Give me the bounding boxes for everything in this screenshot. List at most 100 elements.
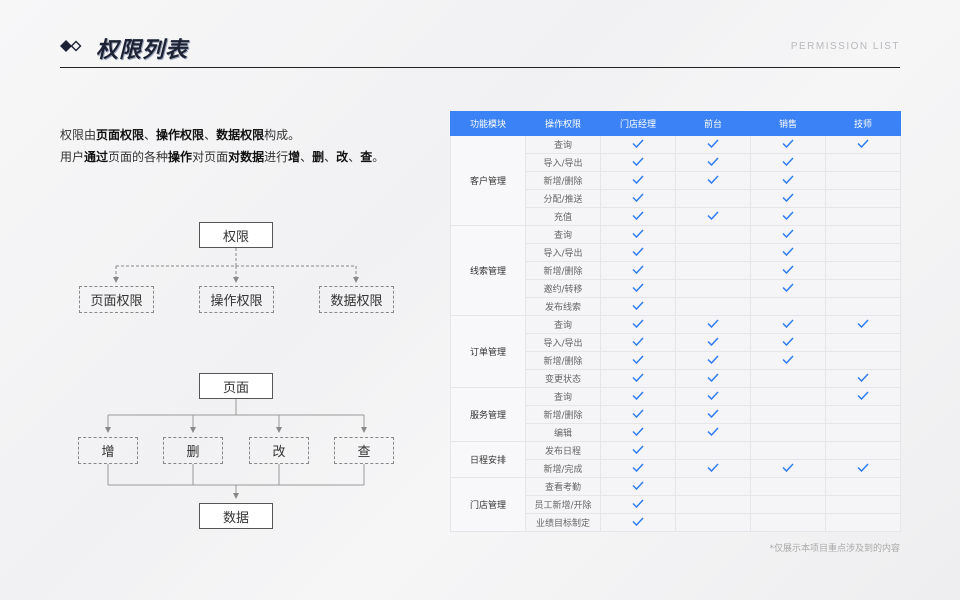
permission-cell [750, 369, 826, 388]
permission-cell [675, 351, 751, 370]
permission-cell [600, 135, 676, 154]
permission-cell [675, 261, 751, 280]
action-cell: 员工新增/开除 [525, 495, 601, 514]
permission-cell [600, 423, 676, 442]
permission-cell [600, 495, 676, 514]
checkmark-icon [707, 156, 719, 169]
permission-cell [825, 405, 901, 424]
checkmark-icon [707, 372, 719, 385]
checkmark-icon [632, 390, 644, 403]
checkmark-icon [632, 300, 644, 313]
permission-cell [600, 441, 676, 460]
permission-cell [675, 243, 751, 262]
checkmark-icon [632, 228, 644, 241]
checkmark-icon [632, 318, 644, 331]
permission-cell [675, 153, 751, 172]
checkmark-icon [707, 210, 719, 223]
action-cell: 查询 [525, 387, 601, 406]
action-cell: 邀约/转移 [525, 279, 601, 298]
table-body: 客户管理 查询 导入/导出 新增/删除 分配/推送 充值 线索管理 查询 导入/导出 新增/删除邀… [450, 135, 901, 532]
table-row: 服务管理 查询 [450, 387, 901, 442]
checkmark-icon [707, 174, 719, 187]
permission-cell [750, 135, 826, 154]
permission-cell [675, 441, 751, 460]
permission-cell [675, 369, 751, 388]
table-row: 日程安排 发布日程 [450, 441, 901, 478]
action-cell: 分配/推送 [525, 189, 601, 208]
checkmark-icon [782, 138, 794, 151]
permission-cell [675, 405, 751, 424]
table-row: 订单管理 查询 [450, 315, 901, 388]
checkmark-icon [707, 408, 719, 421]
node-page-permission: 页面权限 [79, 286, 154, 313]
action-cell: 编辑 [525, 423, 601, 442]
checkmark-icon [707, 318, 719, 331]
permission-cell [600, 153, 676, 172]
permission-cell [675, 495, 751, 514]
permission-cell [750, 387, 826, 406]
checkmark-icon [782, 282, 794, 295]
module-cell: 日程安排 [450, 441, 526, 478]
checkmark-icon [782, 318, 794, 331]
permission-cell [600, 369, 676, 388]
checkmark-icon [632, 210, 644, 223]
checkmark-icon [782, 228, 794, 241]
permission-cell [825, 297, 901, 316]
action-cell: 查询 [525, 225, 601, 244]
checkmark-icon [857, 318, 869, 331]
footnote: *仅展示本项目重点涉及到的内容 [769, 544, 900, 554]
permission-cell [675, 171, 751, 190]
permission-cell [825, 279, 901, 298]
checkmark-icon [782, 210, 794, 223]
action-cell: 变更状态 [525, 369, 601, 388]
checkmark-icon [632, 354, 644, 367]
permission-cell [825, 369, 901, 388]
permission-cell [750, 297, 826, 316]
permission-cell [600, 297, 676, 316]
checkmark-icon [857, 390, 869, 403]
permission-cell [750, 153, 826, 172]
permission-cell [750, 279, 826, 298]
checkmark-icon [632, 264, 644, 277]
permission-cell [750, 207, 826, 226]
permission-cell [825, 477, 901, 496]
checkmark-icon [857, 462, 869, 475]
checkmark-icon [632, 192, 644, 205]
permission-cell [600, 315, 676, 334]
action-cell: 查询 [525, 315, 601, 334]
table-row: 门店管理 查看考勤 [450, 477, 901, 532]
table-row: 客户管理 查询 [450, 135, 901, 226]
col-header-store-manager: 门店经理 [600, 111, 676, 136]
action-cell: 导入/导出 [525, 153, 601, 172]
checkmark-icon [707, 336, 719, 349]
permission-cell [675, 189, 751, 208]
permission-cell [750, 351, 826, 370]
checkmark-icon [782, 336, 794, 349]
module-cell: 线索管理 [450, 225, 526, 316]
permission-cell [825, 207, 901, 226]
checkmark-icon [707, 462, 719, 475]
action-cell: 新增/删除 [525, 171, 601, 190]
table-row: 线索管理 查询 [450, 225, 901, 316]
action-cell: 新增/完成 [525, 459, 601, 478]
permission-cell [675, 477, 751, 496]
permission-cell [675, 459, 751, 478]
checkmark-icon [632, 174, 644, 187]
node-operation-permission: 操作权限 [199, 286, 274, 313]
permission-cell [600, 243, 676, 262]
permission-cell [825, 171, 901, 190]
permission-cell [600, 513, 676, 532]
permission-cell [825, 351, 901, 370]
action-cell: 发布线索 [525, 297, 601, 316]
node-op-delete: 删 [163, 437, 223, 464]
permission-cell [675, 225, 751, 244]
node-op-create: 增 [78, 437, 138, 464]
col-header-action: 操作权限 [525, 111, 601, 136]
checkmark-icon [632, 282, 644, 295]
module-cell: 客户管理 [450, 135, 526, 226]
action-cell: 查看考勤 [525, 477, 601, 496]
checkmark-icon [782, 174, 794, 187]
node-op-update: 改 [249, 437, 309, 464]
checkmark-icon [707, 354, 719, 367]
permission-cell [750, 189, 826, 208]
